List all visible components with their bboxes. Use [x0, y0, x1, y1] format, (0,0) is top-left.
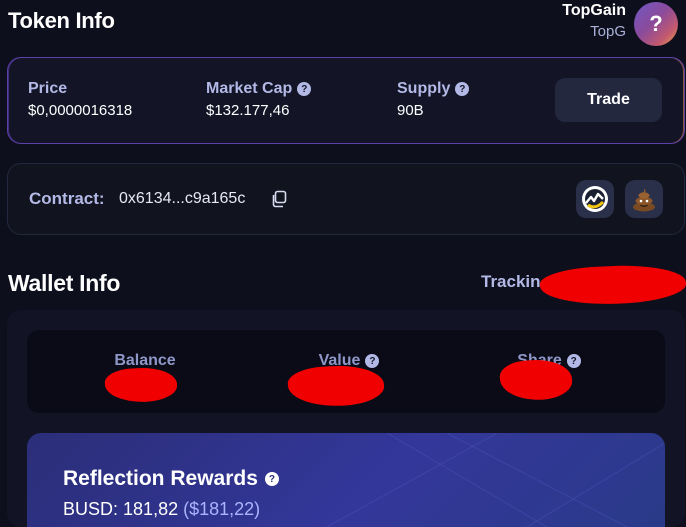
- token-brand: TopGain TopG: [562, 2, 626, 40]
- rewards-token: BUSD:: [63, 499, 119, 519]
- brand-name: TopGain: [562, 2, 626, 19]
- rewards-usd: ($181,22): [183, 499, 261, 519]
- help-icon[interactable]: ?: [264, 472, 279, 486]
- contract-card: Contract: 0x6134...c9a165c: [7, 163, 685, 235]
- reflection-rewards-card: Reflection Rewards ? BUSD: 181,82 ($181,…: [27, 433, 665, 527]
- help-icon[interactable]: ?: [566, 354, 581, 368]
- market-cap-stat: Market Cap ? $132.177,46: [206, 80, 312, 119]
- page-title: Token Info: [8, 8, 115, 33]
- supply-stat: Supply ? 90B: [397, 80, 470, 119]
- help-icon[interactable]: ?: [455, 82, 470, 96]
- price-value: $0,0000016318: [28, 102, 133, 119]
- trade-button[interactable]: Trade: [555, 78, 662, 122]
- brand-ticker: TopG: [590, 23, 626, 40]
- poocoin-icon[interactable]: [625, 180, 663, 218]
- rewards-value: 181,82: [123, 499, 179, 519]
- market-cap-value: $132.177,46: [206, 102, 290, 119]
- token-stats-card: Price $0,0000016318 Market Cap ? $132.17…: [7, 57, 685, 144]
- contract-address[interactable]: 0x6134...c9a165c: [119, 190, 245, 208]
- token-avatar-icon[interactable]: ?: [634, 2, 678, 46]
- contract-label: Contract:: [29, 189, 105, 208]
- supply-label: Supply: [397, 80, 451, 97]
- price-stat: Price $0,0000016318: [28, 80, 132, 119]
- token-info-page: Token Info TopGain TopG ? Price $0,00000…: [0, 0, 686, 527]
- copy-icon[interactable]: [270, 190, 288, 213]
- price-label: Price: [28, 80, 68, 97]
- rewards-title: Reflection Rewards ?: [63, 467, 279, 491]
- supply-value: 90B: [397, 102, 424, 119]
- help-icon[interactable]: ?: [297, 82, 312, 96]
- market-cap-label: Market Cap: [206, 80, 293, 97]
- rewards-title-text: Reflection Rewards: [63, 467, 258, 490]
- redaction-mark: [539, 262, 686, 308]
- coinmarketcap-icon[interactable]: [576, 180, 614, 218]
- rewards-amount: BUSD: 181,82 ($181,22): [63, 499, 260, 520]
- help-icon[interactable]: ?: [365, 354, 380, 368]
- wallet-info-title: Wallet Info: [8, 270, 121, 296]
- tracking-label: Trackin: [481, 272, 541, 291]
